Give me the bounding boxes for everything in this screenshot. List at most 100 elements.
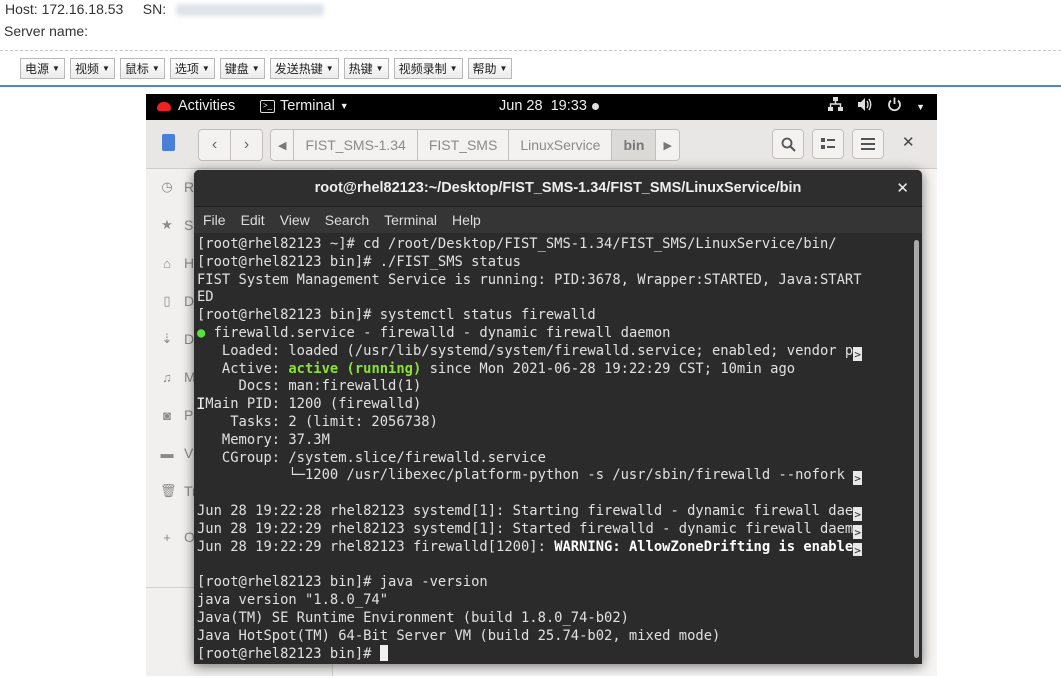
network-icon [828,97,844,116]
video-record-menu-button[interactable]: 视频录制 ▼ [393,58,463,79]
music-icon: ♫ [162,369,172,385]
terminal-line: Tasks: 2 (limit: 2056738) [197,413,438,430]
terminal-line: Java(TM) SE Runtime Environment (build 1… [197,609,629,626]
volume-icon [857,97,873,116]
close-icon[interactable]: ✕ [902,133,915,151]
menu-edit[interactable]: Edit [241,212,265,228]
sidebar-item-recent[interactable]: ◷ R [160,179,194,195]
sidebar-item-label: R [184,179,195,195]
terminal-text: Jun 28 19:22:29 rhel82123 firewalld[1200… [197,538,555,555]
sidebar-item-label: D [184,331,195,347]
help-menu-label: 帮助 [472,62,497,76]
terminal-line: java version "1.8.0_74" [197,591,389,608]
truncation-marker-icon: > [853,506,863,521]
sidebar-item-videos[interactable]: ▬ V [160,445,194,461]
terminal-line-empty [197,556,909,574]
back-button[interactable]: ‹ [199,130,231,160]
terminal-line: [root@rhel82123 ~]# cd /root/Desktop/FIS… [197,236,837,252]
terminal-titlebar[interactable]: root@rhel82123:~/Desktop/FIST_SMS-1.34/F… [194,170,922,207]
terminal-text: firewalld.service - firewalld - dynamic … [205,324,671,341]
terminal-text: Active: [197,360,289,377]
send-hotkey-menu-label: 发送热键 [274,62,323,76]
activities-button[interactable]: Activities [157,98,235,114]
menu-file[interactable]: File [203,212,226,228]
home-icon: ⌂ [163,255,171,271]
terminal-title: root@rhel82123:~/Desktop/FIST_SMS-1.34/F… [314,180,802,196]
document-icon [162,134,175,151]
video-menu-button[interactable]: 视频 ▼ [69,58,115,79]
sidebar-item-label: D [184,293,195,309]
options-menu-button[interactable]: 选项 ▼ [169,58,215,79]
files-headerbar: ‹ › ◀ FIST_SMS-1.34 FIST_SMS LinuxServic… [146,120,937,169]
sidebar-item-downloads[interactable]: ⇣ D [160,331,195,347]
menu-view[interactable]: View [280,212,310,228]
truncation-marker-icon: > [853,524,863,539]
host-info: Host: 172.16.18.53 SN: [5,1,325,17]
chevron-down-icon: ▼ [339,101,349,111]
chevron-down-icon: ▼ [499,64,508,73]
terminal-prompt-line[interactable]: [root@rhel82123 bin]# [197,645,909,663]
system-status-area[interactable]: ▼ [828,97,925,116]
chevron-down-icon: ▼ [151,64,160,73]
chevron-down-icon: ▼ [325,64,334,73]
terminal-icon: >_ [260,99,275,113]
terminal-line-empty [197,485,909,503]
remote-screen[interactable]: Activities >_ Terminal ▼ Jun 28 19:33 ▼ [146,94,937,676]
menu-help[interactable]: Help [452,212,481,228]
download-icon: ⇣ [161,331,173,346]
chevron-down-icon: ▼ [52,64,60,73]
help-menu-button[interactable]: 帮助 ▼ [467,58,513,79]
warning-text: WARNING: AllowZoneDrifting is enable [554,538,854,555]
video-menu-label: 视频 [74,62,99,76]
breadcrumb-item[interactable]: FIST_SMS-1.34 [294,130,418,160]
power-menu-button[interactable]: 电源 ▼ [20,58,65,79]
search-button[interactable] [772,129,804,159]
sidebar-item-documents[interactable]: ▯ D [160,293,194,309]
forward-button[interactable]: › [231,130,262,160]
terminal-prompt: [root@rhel82123 bin]# [197,646,380,663]
hotkey-menu-label: 热键 [348,62,373,76]
send-hotkey-menu-button[interactable]: 发送热键 ▼ [269,58,339,79]
sidebar-item-starred[interactable]: ★ S [160,217,193,233]
sidebar-item-other-locations[interactable]: + O [160,529,195,545]
terminal-line: [root@rhel82123 bin]# java -version [197,574,488,591]
terminal-output[interactable]: [root@rhel82123 ~]# cd /root/Desktop/FIS… [197,236,909,664]
terminal-line: └─1200 /usr/libexec/platform-python -s /… [197,467,909,486]
chevron-down-icon: ▼ [375,64,384,73]
gnome-top-bar: Activities >_ Terminal ▼ Jun 28 19:33 ▼ [146,94,937,120]
close-icon[interactable]: ✕ [896,179,909,197]
breadcrumb-left-arrow-icon[interactable]: ◀ [271,130,295,160]
terminal-line: Active: active (running) since Mon 2021-… [197,361,909,379]
sidebar-item-music[interactable]: ♫ M [160,369,196,385]
app-menu-button[interactable]: >_ Terminal ▼ [260,98,349,114]
terminal-line: Jun 28 19:22:28 rhel82123 systemd[1]: St… [197,503,909,521]
video-icon: ▬ [160,445,174,461]
clock[interactable]: Jun 28 19:33 [499,98,599,114]
sidebar-item-trash[interactable]: 🗑 Tr [160,483,197,499]
menu-button[interactable] [852,129,884,159]
terminal-text: Jun 28 19:22:28 rhel82123 systemd[1]: St… [197,502,854,519]
breadcrumb-right-arrow-icon[interactable]: ▶ [656,130,678,160]
terminal-text: └─1200 /usr/libexec/platform-python -s /… [197,467,854,484]
mouse-menu-button[interactable]: 鼠标 ▼ [119,58,165,79]
app-menu-label: Terminal [280,98,335,114]
terminal-line: [root@rhel82123 bin]# ./FIST_SMS status [197,253,521,270]
terminal-scrollbar[interactable] [914,240,919,658]
search-icon [781,137,796,152]
view-toggle-button[interactable] [812,129,844,159]
terminal-line: [root@rhel82123 bin]# systemctl status f… [197,307,596,324]
mouse-ibeam-cursor-icon: I [196,394,206,413]
menu-terminal[interactable]: Terminal [384,212,437,228]
sidebar-item-label: S [184,217,194,233]
sidebar-item-home[interactable]: ⌂ H [160,255,194,271]
keyboard-menu-button[interactable]: 键盘 ▼ [219,58,265,79]
active-status: active (running) [288,360,422,377]
hotkey-menu-button[interactable]: 热键 ▼ [343,58,389,79]
terminal-window[interactable]: root@rhel82123:~/Desktop/FIST_SMS-1.34/F… [194,170,922,664]
separator-line [0,85,1061,87]
breadcrumb-item[interactable]: FIST_SMS [418,130,510,160]
menu-search[interactable]: Search [325,212,369,228]
breadcrumb-item-current[interactable]: bin [612,130,657,160]
sidebar-item-pictures[interactable]: ◙ P [160,407,193,423]
breadcrumb-item[interactable]: LinuxService [509,130,613,160]
